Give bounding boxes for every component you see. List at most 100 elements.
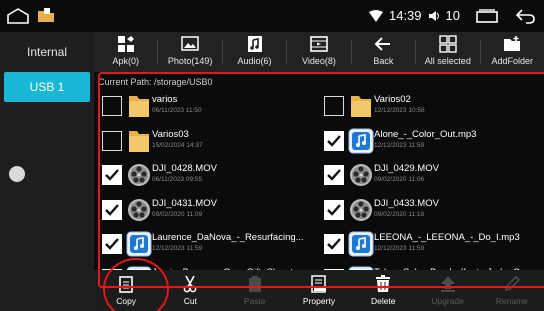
rename-label: Rename xyxy=(495,296,528,306)
select-all-button[interactable]: All selected xyxy=(416,32,479,72)
cut-button[interactable]: Cut xyxy=(158,270,222,311)
file-item[interactable]: Varios02 12/12/2023 10:58 xyxy=(322,90,542,124)
sidebar-item-internal[interactable]: Internal xyxy=(0,32,94,72)
property-button[interactable]: Property xyxy=(287,270,351,311)
clock: 14:39 xyxy=(388,8,422,23)
back-button[interactable]: Back xyxy=(352,32,415,72)
add-folder-label: AddFolder xyxy=(491,56,533,66)
file-date: 06/11/2023 09:55 xyxy=(152,176,203,183)
video-file-icon xyxy=(128,164,150,186)
file-item[interactable]: DJI_0431.MOV 09/02/2020 11:09 xyxy=(100,194,320,228)
action-bar: Copy Cut Paste Property Delete Upgrade R… xyxy=(94,270,544,311)
file-item[interactable]: DJI_0433.MOV 09/02/2020 11:18 xyxy=(322,194,542,228)
tab-audio-label: Audio(6) xyxy=(237,56,272,66)
file-checkbox[interactable] xyxy=(324,96,344,116)
photo-icon xyxy=(181,36,199,51)
file-checkbox[interactable] xyxy=(102,199,122,220)
file-checkbox[interactable] xyxy=(324,165,344,185)
apk-icon xyxy=(117,36,134,52)
back-arrow-icon xyxy=(374,37,391,51)
folder-file-icon xyxy=(129,130,149,152)
video-file-icon xyxy=(350,164,372,186)
checkmark-icon xyxy=(105,238,119,250)
cut-label: Cut xyxy=(183,296,198,306)
delete-label: Delete xyxy=(370,296,396,306)
copy-label: Copy xyxy=(116,296,137,306)
checkmark-icon xyxy=(327,134,341,147)
tab-apk-label: Apk(0) xyxy=(112,56,139,66)
file-item[interactable]: Alone_-_Color_Out.mp3 12/12/2023 11:59 xyxy=(322,125,542,159)
status-bar: 14:39 10 xyxy=(0,0,544,32)
file-name: DJI_0429.MOV xyxy=(374,163,439,174)
file-checkbox[interactable] xyxy=(102,165,122,185)
rename-icon xyxy=(504,275,520,292)
paste-icon xyxy=(248,276,261,292)
select-all-icon xyxy=(439,35,457,53)
folder-app-icon[interactable] xyxy=(37,8,55,23)
file-item[interactable]: varios 06/11/2023 11:50 xyxy=(100,90,320,124)
volume-level: 10 xyxy=(445,8,460,23)
file-name: Varios02 xyxy=(374,94,411,105)
wifi-icon xyxy=(368,10,383,22)
checkmark-icon xyxy=(327,169,341,181)
file-item[interactable]: Laurence_DaNova_-_Resurfacing... 12/12/20… xyxy=(100,228,320,262)
file-checkbox[interactable] xyxy=(324,199,344,220)
file-checkbox[interactable] xyxy=(324,130,344,151)
file-item[interactable]: LEEONA_-_LEEONA_-_Do_I.mp3 12/12/2023 11:… xyxy=(322,228,542,262)
file-name: LEEONA_-_LEEONA_-_Do_I.mp3 xyxy=(374,232,520,243)
audio-file-icon xyxy=(348,128,374,153)
add-folder-button[interactable]: AddFolder xyxy=(481,32,544,72)
back-button-label: Back xyxy=(373,56,394,66)
file-date: 12/12/2023 11:59 xyxy=(374,141,425,149)
video-file-icon xyxy=(128,198,150,221)
tab-video-label: Video(8) xyxy=(302,56,336,66)
rename-button[interactable]: Rename xyxy=(480,270,544,311)
audio-file-icon xyxy=(348,231,374,257)
file-name: DJI_0433.MOV xyxy=(374,197,439,209)
tab-audio[interactable]: Audio(6) xyxy=(223,32,286,72)
delete-button[interactable]: Delete xyxy=(351,270,415,311)
copy-icon xyxy=(119,276,133,293)
audio-file-icon xyxy=(126,231,152,257)
tab-photo[interactable]: Photo(149) xyxy=(158,32,221,72)
file-item[interactable]: Varios03 15/02/2024 14:37 xyxy=(100,125,320,159)
audio-icon xyxy=(247,36,262,52)
floating-assist-button[interactable] xyxy=(9,166,25,182)
storage-sidebar: Internal USB 1 xyxy=(0,32,94,311)
current-path: Current Path: /storage/USB0 xyxy=(98,77,213,87)
file-date: 09/02/2020 11:09 xyxy=(152,210,203,218)
file-name: Alone_-_Color_Out.mp3 xyxy=(374,128,477,140)
upgrade-button[interactable]: Upgrade xyxy=(415,270,479,311)
tab-apk[interactable]: Apk(0) xyxy=(94,32,157,72)
recent-apps-icon[interactable] xyxy=(476,9,498,23)
file-item[interactable]: DJI_0429.MOV 09/02/2020 11:06 xyxy=(322,159,542,193)
volume-icon[interactable] xyxy=(428,10,440,22)
file-item[interactable]: DJI_0428.MOV 06/11/2023 09:55 xyxy=(100,159,320,193)
back-nav-icon[interactable] xyxy=(514,8,536,24)
file-name: varios xyxy=(152,94,178,105)
file-date: 12/12/2023 11:59 xyxy=(374,245,425,252)
file-checkbox[interactable] xyxy=(102,96,122,116)
file-list-area: Current Path: /storage/USB0 varios 06/11/… xyxy=(94,72,544,291)
file-date: 06/11/2023 11:50 xyxy=(152,107,202,114)
video-file-icon xyxy=(350,198,372,221)
video-icon xyxy=(310,36,328,52)
paste-button[interactable]: Paste xyxy=(223,270,287,311)
home-icon[interactable] xyxy=(6,7,30,25)
category-toolbar: Apk(0) Photo(149) Audio(6) Video(8) Back… xyxy=(94,32,544,72)
checkmark-icon xyxy=(105,203,119,216)
upgrade-label: Upgrade xyxy=(431,296,464,306)
cut-icon xyxy=(184,275,197,293)
checkmark-icon xyxy=(327,238,341,250)
file-date: 12/12/2023 10:58 xyxy=(374,107,425,114)
file-checkbox[interactable] xyxy=(102,234,122,254)
file-name: DJI_0428.MOV xyxy=(152,163,217,174)
upgrade-icon xyxy=(440,276,455,292)
tab-video[interactable]: Video(8) xyxy=(287,32,350,72)
file-checkbox[interactable] xyxy=(324,234,344,254)
file-name: Varios03 xyxy=(152,128,189,140)
copy-button[interactable]: Copy xyxy=(94,270,158,311)
sidebar-item-usb1[interactable]: USB 1 xyxy=(4,72,90,102)
file-checkbox[interactable] xyxy=(102,130,122,151)
checkmark-icon xyxy=(105,169,119,181)
